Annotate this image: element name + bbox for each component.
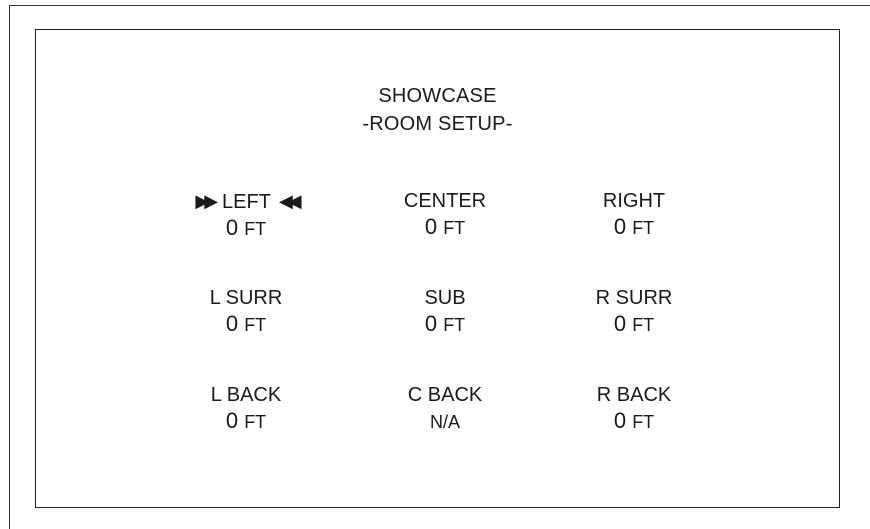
speaker-label: ▶▶ LEFT ◀◀ [146,188,346,215]
speaker-distance: 0 FT [146,408,346,435]
selection-left-arrows-icon: ◀◀ [278,191,302,211]
speaker-distance-value: 0 [225,215,239,240]
speaker-label: L SURR [209,287,283,309]
speaker-l-surr[interactable]: L SURR 0 FT [146,285,346,338]
speaker-label: CENTER [403,190,487,212]
speaker-distance-value: 0 [613,311,627,336]
speaker-distance-value: 0 [225,311,239,336]
speaker-distance-unit: FT [244,412,267,432]
speaker-label: SUB [424,287,466,309]
speaker-r-back[interactable]: R BACK 0 FT [534,382,734,435]
speaker-distance-unit: FT [632,315,655,335]
speaker-label: RIGHT [602,190,666,212]
speaker-label: R BACK [596,384,672,406]
speaker-c-back[interactable]: C BACK N/A [345,382,545,435]
speaker-distance-unit: FT [632,218,655,238]
speaker-distance: 0 FT [534,311,734,338]
menu-title: SHOWCASE -ROOM SETUP- [36,82,839,138]
speaker-distance-value: 0 [424,214,438,239]
speaker-distance: 0 FT [146,311,346,338]
speaker-distance-unit: FT [244,219,267,239]
speaker-distance: 0 FT [534,408,734,435]
speaker-r-surr[interactable]: R SURR 0 FT [534,285,734,338]
speaker-distance-unit: FT [443,315,466,335]
selection-right-arrows-icon: ▶▶ [195,191,218,211]
speaker-label: C BACK [407,384,483,406]
speaker-distance: 0 FT [345,214,545,241]
speaker-distance-unit: FT [443,218,466,238]
speaker-distance-value: 0 [225,408,239,433]
speaker-distance: 0 FT [534,214,734,241]
speaker-distance-unit: FT [632,412,655,432]
speaker-right[interactable]: RIGHT 0 FT [534,188,734,241]
speaker-grid: ▶▶ LEFT ◀◀ 0 FT CENTER 0 FT RIGHT 0 FT L S… [36,188,841,468]
speaker-distance-value: 0 [613,214,627,239]
menu-title-line-2: -ROOM SETUP- [362,113,513,135]
speaker-distance-value: 0 [424,311,438,336]
speaker-center[interactable]: CENTER 0 FT [345,188,545,241]
osd-screen: SHOWCASE -ROOM SETUP- ▶▶ LEFT ◀◀ 0 FT CENT… [35,29,840,508]
menu-title-line-1: SHOWCASE [378,85,497,107]
speaker-distance-unit: FT [244,315,267,335]
speaker-label: R SURR [595,287,673,309]
speaker-left[interactable]: ▶▶ LEFT ◀◀ 0 FT [146,188,346,242]
speaker-distance-value: N/A [429,412,460,432]
speaker-label-text: LEFT [222,191,271,213]
speaker-distance: 0 FT [146,215,346,242]
speaker-sub[interactable]: SUB 0 FT [345,285,545,338]
speaker-distance: N/A [345,408,545,435]
speaker-distance: 0 FT [345,311,545,338]
speaker-distance-value: 0 [613,408,627,433]
speaker-label: L BACK [210,384,282,406]
speaker-l-back[interactable]: L BACK 0 FT [146,382,346,435]
